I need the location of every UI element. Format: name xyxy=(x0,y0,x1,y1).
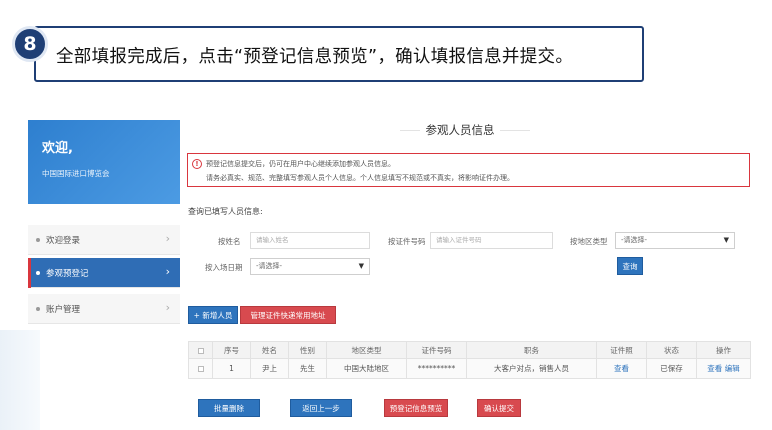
query-section-label: 查询已填写人员信息: xyxy=(188,207,263,216)
column-header: 序号 xyxy=(212,341,251,359)
column-header: 职务 xyxy=(466,341,597,359)
select-all-checkbox[interactable] xyxy=(188,341,213,359)
bullet-icon xyxy=(36,307,40,311)
manage-address-button[interactable]: 管理证件快递常用地址 xyxy=(240,306,336,324)
notice-line: 请务必真实、规范、完整填写参观人员个人信息。个人信息填写不规范或不真实，将影响证… xyxy=(206,174,514,182)
sidebar-item-visitor-registration[interactable]: 参观预登记 › xyxy=(28,258,180,288)
welcome-subtitle: 中国国际进口博览会 xyxy=(42,169,110,178)
row-position: 大客户对点，销售人员 xyxy=(466,358,597,379)
row-checkbox[interactable] xyxy=(188,358,213,379)
table-header-row: 序号 姓名 性别 地区类型 证件号码 职务 证件照 状态 操作 xyxy=(188,341,751,359)
visitor-table: 序号 姓名 性别 地区类型 证件号码 职务 证件照 状态 操作 1 尹上 先生 … xyxy=(188,341,751,379)
id-filter-input[interactable]: 请输入证件号码 xyxy=(430,232,553,249)
confirm-submit-button[interactable]: 确认提交 xyxy=(477,399,521,417)
name-filter-label: 按姓名 xyxy=(218,237,241,246)
column-header: 地区类型 xyxy=(326,341,407,359)
row-name: 尹上 xyxy=(250,358,289,379)
chevron-right-icon: › xyxy=(165,301,170,314)
date-filter-label: 按入场日期 xyxy=(205,263,243,272)
chevron-right-icon: › xyxy=(165,265,170,278)
row-index: 1 xyxy=(212,358,251,379)
column-header: 证件号码 xyxy=(406,341,467,359)
column-header: 证件照 xyxy=(596,341,647,359)
sidebar-item-label: 账户管理 xyxy=(46,304,81,315)
column-header: 性别 xyxy=(288,341,327,359)
sidebar-item-welcome-login[interactable]: 欢迎登录 › xyxy=(28,225,180,255)
instruction-text: 全部填报完成后，点击“预登记信息预览”，确认填报信息并提交。 xyxy=(56,47,574,67)
column-header: 姓名 xyxy=(250,341,289,359)
region-filter-label: 按地区类型 xyxy=(570,237,608,246)
region-filter-value: -请选择- xyxy=(621,236,648,244)
chevron-right-icon: › xyxy=(165,232,170,245)
column-header: 操作 xyxy=(696,341,751,359)
background-decoration xyxy=(0,330,40,430)
edit-link[interactable]: 编辑 xyxy=(725,364,740,373)
bullet-icon xyxy=(36,271,40,275)
row-gender: 先生 xyxy=(288,358,327,379)
region-filter-select[interactable]: -请选择- ▼ xyxy=(615,232,735,249)
table-row: 1 尹上 先生 中国大陆地区 ********** 大客户对点，销售人员 查看 … xyxy=(188,358,751,379)
date-filter-select[interactable]: -请选择- ▼ xyxy=(250,258,370,275)
batch-delete-button[interactable]: 批量删除 xyxy=(198,399,260,417)
name-filter-input[interactable]: 请输入姓名 xyxy=(250,232,370,249)
row-photo-link[interactable]: 查看 xyxy=(596,358,647,379)
search-button[interactable]: 查询 xyxy=(617,257,643,275)
caret-down-icon: ▼ xyxy=(358,262,364,270)
bullet-icon xyxy=(36,238,40,242)
welcome-panel: 欢迎, 中国国际进口博览会 xyxy=(28,120,180,204)
add-person-button[interactable]: + 新增人员 xyxy=(188,306,238,324)
sidebar-item-label: 参观预登记 xyxy=(46,268,89,279)
row-operations: 查看 编辑 xyxy=(696,358,751,379)
back-button[interactable]: 返回上一步 xyxy=(290,399,352,417)
sidebar-item-account-management[interactable]: 账户管理 › xyxy=(28,294,180,324)
sidebar-item-label: 欢迎登录 xyxy=(46,235,81,246)
step-number-badge: 8 xyxy=(12,26,48,62)
caret-down-icon: ▼ xyxy=(723,236,729,244)
notice-line: 预登记信息提交后，仍可在用户中心继续添加参观人员信息。 xyxy=(206,160,395,168)
row-id-number: ********** xyxy=(406,358,467,379)
title-divider xyxy=(500,130,530,131)
welcome-title: 欢迎, xyxy=(42,141,73,156)
warning-icon: ! xyxy=(192,159,202,169)
view-link[interactable]: 查看 xyxy=(707,364,722,373)
instruction-banner: 全部填报完成后，点击“预登记信息预览”，确认填报信息并提交。 xyxy=(34,26,644,82)
notice-box: ! 预登记信息提交后，仍可在用户中心继续添加参观人员信息。 请务必真实、规范、完… xyxy=(187,153,750,187)
row-status: 已保存 xyxy=(646,358,697,379)
id-filter-label: 按证件号码 xyxy=(388,237,426,246)
preview-button[interactable]: 预登记信息预览 xyxy=(384,399,448,417)
column-header: 状态 xyxy=(646,341,697,359)
row-region: 中国大陆地区 xyxy=(326,358,407,379)
date-filter-value: -请选择- xyxy=(256,262,283,270)
